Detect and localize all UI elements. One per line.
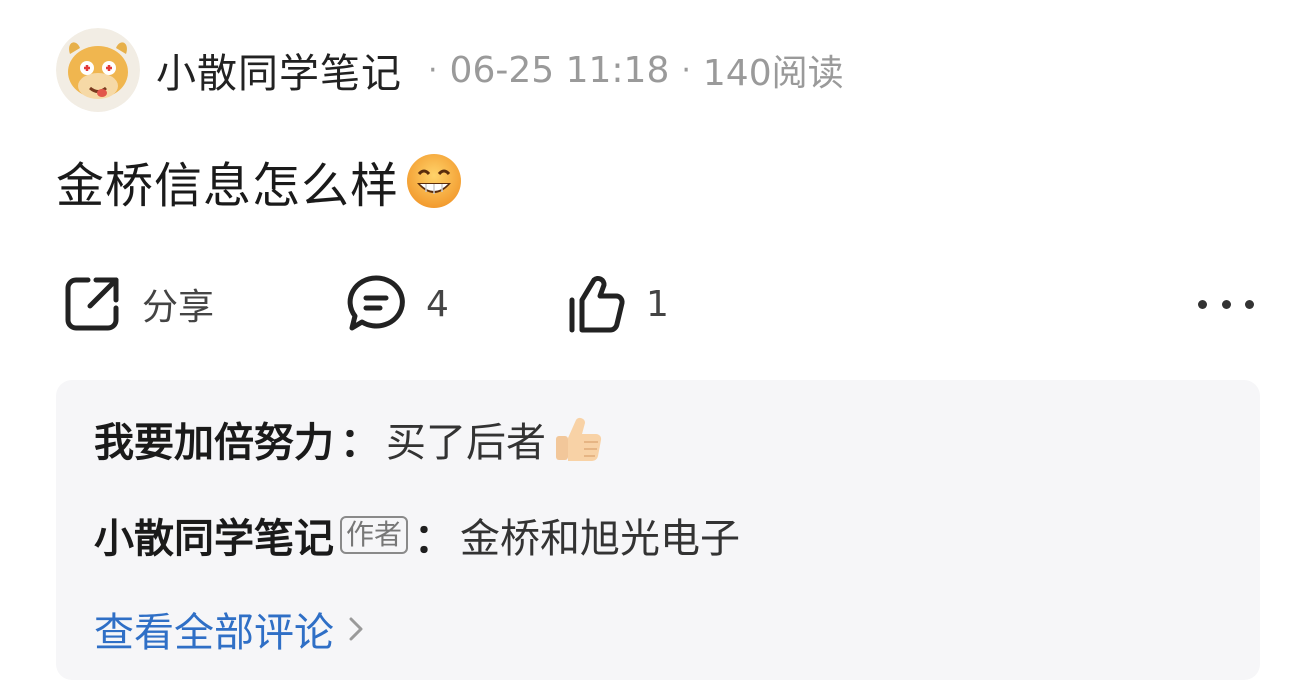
post-header: 小散同学笔记 · 06-25 11:18 · 140阅读 bbox=[56, 28, 844, 112]
comment-colon: ： bbox=[340, 420, 380, 466]
view-all-comments-link[interactable]: 查看全部评论 bbox=[94, 600, 366, 658]
author-name[interactable]: 小散同学笔记 bbox=[156, 41, 402, 99]
more-dot bbox=[1245, 299, 1254, 309]
more-dot bbox=[1221, 299, 1231, 309]
comment-button[interactable]: 4 bbox=[340, 268, 449, 340]
thumbs-up-icon bbox=[560, 268, 632, 340]
grinning-face-emoji-icon bbox=[407, 154, 462, 208]
comment-icon bbox=[340, 268, 412, 340]
post-actions: 分享 4 1 bbox=[56, 268, 1260, 340]
like-button[interactable]: 1 bbox=[560, 268, 669, 340]
chevron-right-icon bbox=[349, 617, 363, 641]
more-icon[interactable] bbox=[1198, 284, 1254, 324]
post-meta: · 06-25 11:18 · 140阅读 bbox=[416, 44, 844, 96]
view-all-label: 查看全部评论 bbox=[94, 610, 334, 656]
share-label: 分享 bbox=[142, 287, 215, 328]
read-count: 140阅读 bbox=[702, 53, 844, 94]
share-icon bbox=[56, 268, 128, 340]
avatar[interactable] bbox=[56, 28, 140, 112]
comment-row[interactable]: 我要加倍努力 ： 买了后者 bbox=[94, 410, 604, 468]
comments-preview[interactable]: 我要加倍努力 ： 买了后者 小散同学笔记 作者 ： 金桥和旭光电子 查看全部评论 bbox=[56, 380, 1260, 680]
post-title-text: 金桥信息怎么样 bbox=[56, 158, 400, 214]
post-datetime: 06-25 11:18 bbox=[449, 49, 670, 91]
like-count: 1 bbox=[646, 283, 669, 325]
comment-text: 买了后者 bbox=[386, 420, 546, 466]
post-title[interactable]: 金桥信息怎么样 bbox=[56, 146, 463, 216]
cow-avatar-icon bbox=[56, 28, 140, 112]
comment-username[interactable]: 小散同学笔记 bbox=[94, 506, 334, 564]
comment-row[interactable]: 小散同学笔记 作者 ： 金桥和旭光电子 bbox=[94, 506, 740, 564]
share-button[interactable]: 分享 bbox=[56, 268, 214, 340]
thumbs-up-emoji-icon bbox=[556, 418, 602, 462]
comment-text: 金桥和旭光电子 bbox=[460, 516, 741, 562]
author-badge: 作者 bbox=[340, 516, 409, 554]
comment-colon: ： bbox=[414, 516, 455, 562]
comment-count: 4 bbox=[426, 283, 449, 325]
more-dot bbox=[1198, 299, 1207, 309]
meta-separator: · bbox=[428, 52, 438, 88]
comment-username[interactable]: 我要加倍努力 bbox=[94, 410, 334, 468]
meta-separator: · bbox=[681, 52, 691, 88]
